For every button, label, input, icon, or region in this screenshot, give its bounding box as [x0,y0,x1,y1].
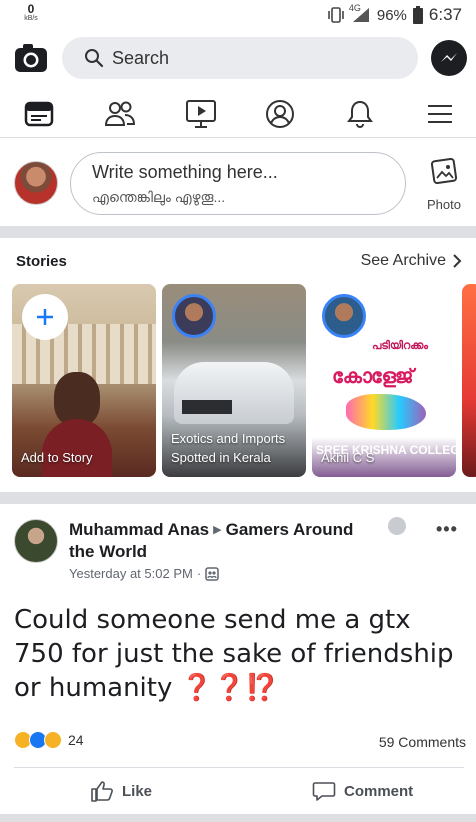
poster-graphic [346,394,426,430]
section-divider [0,492,476,504]
watch-icon [186,100,216,128]
comment-label: Comment [344,782,414,800]
network-type: 4G [348,3,361,13]
poster-title: കോളേജ് [332,366,413,388]
add-story-button[interactable] [22,294,68,340]
story-add[interactable]: Add to Story [12,284,156,477]
comment-icon [312,782,336,801]
stories-title: Stories [16,253,67,270]
tab-watch[interactable] [176,96,226,132]
triangle-right-icon: ▶ [213,524,222,536]
post-header: Muhammad Anas ▶ Gamers Around the World [69,519,379,563]
comment-count[interactable]: 59 Comments [379,734,466,750]
composer-input[interactable]: Write something here... എന്തെങ്കിലും എഴു… [70,152,406,215]
chevron-right-icon [453,254,462,268]
status-bar: 0 kB/s 4G 96% 6:37 [0,0,476,30]
post-text: Could someone send me a gtx 750 for just… [14,603,464,705]
net-speed-value: 0 [27,2,35,16]
feed-post: Muhammad Anas ▶ Gamers Around the World ••… [0,505,476,815]
separator-dot: · [196,566,202,581]
tab-notifications[interactable] [335,96,385,132]
avatar[interactable] [14,161,58,205]
photo-button[interactable]: Photo [420,157,468,214]
avatar [322,294,366,338]
like-label: Like [122,782,153,800]
plus-icon [37,309,53,325]
post-author[interactable]: Muhammad Anas [69,520,209,539]
composer-placeholder: Write something here... [92,162,278,182]
story-akhil[interactable]: പടിയിറക്കം കോളേജ് SREE KRISHNA COLLEGE A… [312,284,456,477]
profile-icon [266,100,294,128]
tab-menu[interactable] [415,96,465,132]
photo-icon [430,157,458,185]
stories-section: Stories See Archive Add to Story Exotics… [0,238,476,492]
thumbs-up-icon [91,781,113,802]
tab-friends[interactable] [95,96,145,132]
story-caption-line1: Exotics and Imports [171,431,286,446]
see-archive-label: See Archive [360,252,446,269]
net-speed-unit: kB/s [24,15,38,22]
story-caption: Akhil C S [321,450,375,465]
sad-react-icon [44,731,62,749]
status-icons: 4G 96% 6:37 [327,3,462,25]
story-caption: Add to Story [21,450,93,465]
messenger-icon[interactable] [431,40,467,76]
story-exotics[interactable]: Exotics and Imports Spotted in Kerala [162,284,306,477]
more-options-button[interactable]: ••• [436,519,458,540]
net-speed: 0 kB/s [20,3,42,22]
search-placeholder: Search [112,48,170,68]
comment-button[interactable]: Comment [312,780,413,802]
camera-icon[interactable] [14,42,48,74]
post-actions: Like Comment [14,767,464,813]
section-divider [0,226,476,238]
clock: 6:37 [428,5,462,24]
top-bar: Search [0,30,476,88]
post-emoji: ❓❓⁉️ [180,673,278,703]
avatar [172,294,216,338]
reaction-summary[interactable]: 24 [14,731,84,749]
car-grille [182,400,232,414]
composer-placeholder-malayalam: എന്തെങ്കിലും എഴുതൂ... [92,189,226,205]
avatar[interactable] [14,519,58,563]
battery-percent: 96% [376,6,407,24]
post-composer: Write something here... എന്തെങ്കിലും എഴു… [0,140,476,224]
bell-icon [347,100,373,129]
group-privacy-icon [205,566,219,581]
hamburger-icon [428,105,452,123]
signal-icon: 4G [349,3,371,23]
section-divider [0,814,476,822]
search-icon [84,48,104,73]
person-silhouette [54,372,100,426]
battery-icon [412,6,423,24]
friends-icon [104,101,136,126]
insights-icon[interactable] [388,517,406,535]
tab-profile[interactable] [255,96,305,132]
tab-news-feed[interactable] [14,96,64,132]
post-meta: Yesterday at 5:02 PM · [69,566,219,581]
story-partial[interactable] [462,284,476,477]
story-caption: Exotics and Imports Spotted in Kerala [171,429,285,467]
main-nav [0,90,476,138]
reaction-count: 24 [68,732,84,748]
like-button[interactable]: Like [90,780,152,802]
news-feed-icon [24,101,54,127]
vibrate-icon [327,7,345,23]
photo-label: Photo [427,197,461,212]
poster-banner: പടിയിറക്കം [372,340,429,352]
story-caption-line2: Spotted in Kerala [171,450,271,465]
search-bar[interactable]: Search [62,37,418,79]
see-archive-link[interactable]: See Archive [361,252,462,270]
post-time[interactable]: Yesterday at 5:02 PM [69,566,193,581]
car-shape [174,362,294,424]
